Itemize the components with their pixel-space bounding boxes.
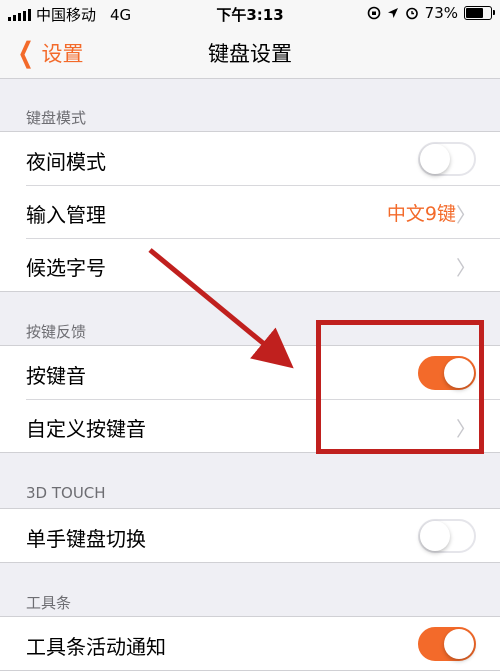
annotation-highlight-box — [316, 320, 484, 454]
